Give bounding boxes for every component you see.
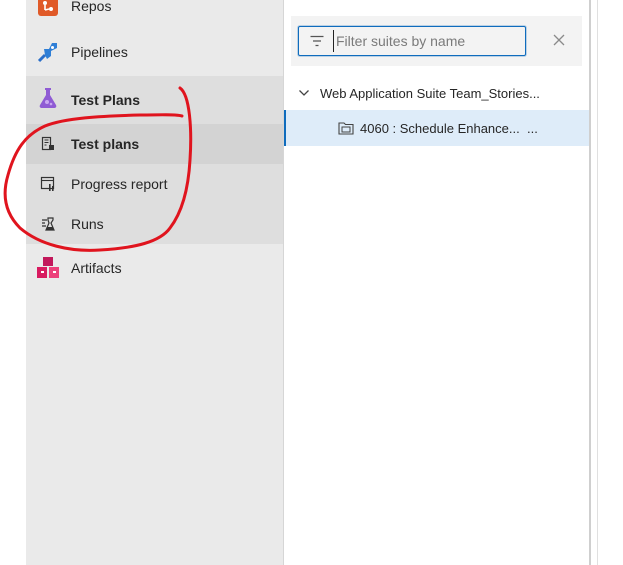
folder-icon: [338, 122, 354, 135]
nav-label-test-plans-sub: Test plans: [71, 136, 140, 152]
close-icon[interactable]: [550, 31, 568, 49]
runs-icon: [42, 217, 55, 231]
suite-tree-panel: Web Application Suite Team_Stories... 40…: [284, 0, 589, 565]
nav-item-pipelines[interactable]: Pipelines: [26, 32, 283, 72]
nav-label-progress-report: Progress report: [71, 176, 168, 192]
nav-subitem-progress-report[interactable]: Progress report: [26, 164, 283, 204]
repos-icon: [38, 0, 58, 16]
filter-bar: [291, 16, 582, 66]
nav-subitem-test-plans[interactable]: Test plans: [26, 124, 283, 164]
nav-subitem-runs[interactable]: Runs: [26, 204, 283, 244]
suite-row-root[interactable]: Web Application Suite Team_Stories...: [284, 75, 589, 111]
nav-item-artifacts[interactable]: Artifacts: [26, 248, 283, 288]
suite-label-child: 4060 : Schedule Enhance...: [360, 120, 520, 136]
suite-row-child[interactable]: 4060 : Schedule Enhance... ...: [284, 110, 589, 146]
filter-box[interactable]: [298, 26, 526, 56]
nav-label-runs: Runs: [71, 216, 104, 232]
test-plan-list-icon: [41, 136, 54, 151]
pipelines-icon: [37, 43, 57, 63]
nav-label-artifacts: Artifacts: [71, 260, 122, 276]
left-navigation: Repos Pipelines Test Plans Test plans Pr…: [26, 0, 284, 565]
panel-divider: [589, 0, 591, 565]
more-options-button[interactable]: ...: [527, 121, 538, 136]
test-plans-icon: [39, 88, 57, 108]
filter-suites-input[interactable]: [333, 30, 516, 52]
nav-item-repos[interactable]: Repos: [26, 0, 283, 26]
nav-label-test-plans: Test Plans: [71, 92, 140, 108]
suite-label-root: Web Application Suite Team_Stories...: [320, 85, 540, 101]
nav-label-pipelines: Pipelines: [71, 44, 128, 60]
artifacts-icon: [37, 257, 59, 278]
nav-label-repos: Repos: [71, 0, 112, 14]
filter-icon: [310, 35, 324, 47]
chevron-down-icon[interactable]: [298, 87, 310, 99]
panel-divider-secondary: [597, 0, 598, 565]
progress-report-icon: [40, 176, 55, 191]
nav-item-test-plans[interactable]: Test Plans: [26, 76, 283, 124]
